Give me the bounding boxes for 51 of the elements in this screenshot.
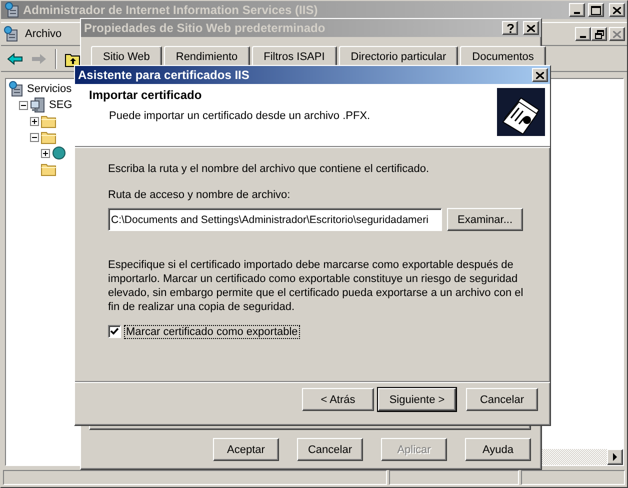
minimize-button[interactable]	[575, 27, 591, 41]
instruction-text: Escriba la ruta y el nombre del archivo que contiene el certificado.	[108, 163, 430, 175]
folder-icon	[41, 162, 57, 176]
scroll-right-icon[interactable]	[607, 449, 623, 465]
wizard-button[interactable]: Siguiente >	[378, 388, 456, 411]
server-icon	[30, 97, 46, 113]
dialog-button[interactable]: Ayuda	[465, 438, 531, 461]
collapse-icon[interactable]	[19, 100, 28, 110]
menu-item[interactable]: Archivo	[19, 26, 68, 42]
page-description: Puede importar un certificado desde un archivo .PFX.	[108, 110, 372, 122]
services-icon	[4, 2, 20, 18]
tab[interactable]: Rendimiento	[164, 46, 250, 66]
certificate-icon	[497, 88, 545, 136]
services-icon	[8, 81, 24, 97]
tree-item[interactable]: SEG	[48, 99, 74, 111]
dialog-button[interactable]: Cancelar	[297, 438, 363, 461]
dialog-button[interactable]: Aceptar	[213, 438, 279, 461]
restore-icon	[594, 30, 604, 38]
tree-item[interactable]: Servicios	[26, 83, 73, 95]
close-icon	[527, 24, 535, 32]
export-note: Especifique si el certificado importado debe marcarse como exportable después de importarlo. Marcar un certificado como exportable constituye un riesgo de seguridad elevado, sin embargo permite que el certificado pueda exportarse a un archivo con el fin de realizar una copia de seguridad.	[108, 258, 524, 314]
globe-icon	[52, 146, 66, 160]
close-icon	[613, 6, 621, 14]
tab[interactable]: Filtros ISAPI	[252, 46, 337, 66]
page-heading: Importar certificado	[89, 88, 203, 102]
close-icon	[613, 30, 621, 38]
close-icon	[536, 72, 544, 78]
dialog-title: Asistente para certificados IIS	[78, 68, 250, 82]
restore-button[interactable]	[591, 27, 607, 41]
dialog-title: Propiedades de Sitio Web predeterminado	[84, 21, 326, 35]
close-button[interactable]	[532, 68, 548, 82]
field-label: Ruta de acceso y nombre de archivo:	[108, 189, 292, 201]
folder-icon	[41, 130, 57, 144]
help-icon	[506, 24, 514, 32]
checkbox-label[interactable]: Marcar certificado como exportable	[125, 326, 299, 338]
expand-icon[interactable]	[30, 116, 39, 126]
wizard-button[interactable]: Cancelar	[466, 388, 538, 411]
path-field[interactable]: C:\Documents and Settings\Administrador\Escritorio\seguridadameri	[108, 208, 442, 231]
collapse-icon[interactable]	[30, 132, 39, 142]
maximize-icon	[591, 6, 601, 14]
close-button[interactable]	[609, 27, 625, 41]
tab[interactable]: Documentos	[460, 46, 546, 66]
tab[interactable]: Sitio Web	[91, 46, 162, 66]
services-icon	[3, 26, 19, 42]
browse-button[interactable]: Examinar...	[447, 208, 523, 231]
back-icon[interactable]	[7, 52, 23, 64]
expand-icon[interactable]	[41, 148, 50, 158]
checkbox[interactable]	[108, 325, 121, 338]
folder-icon	[41, 114, 57, 128]
wizard-button[interactable]: < Atrás	[302, 388, 374, 411]
tab[interactable]: Directorio particular	[338, 46, 458, 66]
